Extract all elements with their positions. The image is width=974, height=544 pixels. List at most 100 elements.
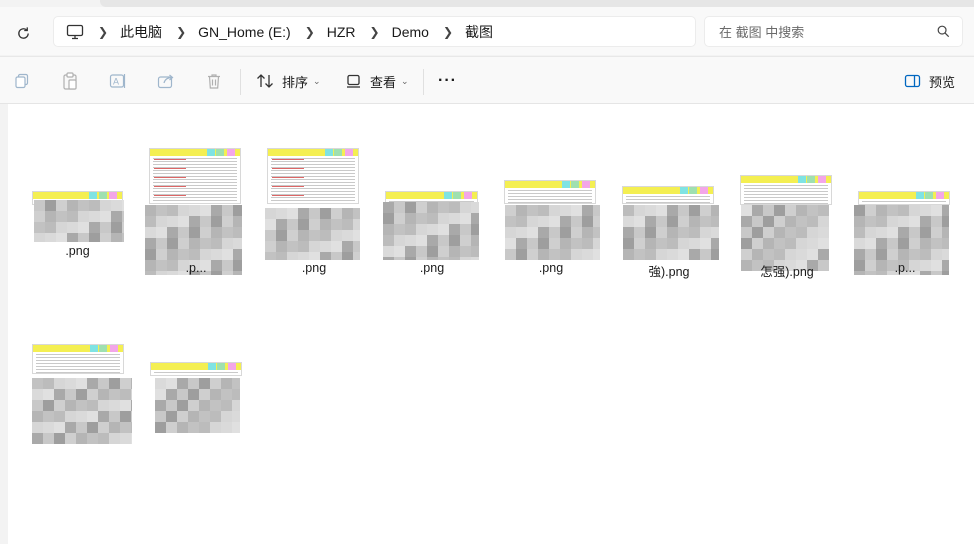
redaction-block [527,238,538,249]
redaction-block [538,216,549,227]
redaction-block [188,378,199,389]
breadcrumb-label[interactable]: GN_Home (E:) [198,24,291,40]
redaction-block [309,208,320,219]
redaction-block [233,216,242,227]
redaction-block [689,249,700,260]
redaction-block [582,238,593,249]
redaction-block [265,241,276,252]
redaction-block [120,400,131,411]
redaction-block [634,205,645,216]
search-input[interactable]: 在 截图 中搜索 [704,16,963,47]
thumbnail-row [153,170,237,171]
paste-icon[interactable] [60,71,80,91]
file-thumbnail [149,148,241,204]
redaction-block [222,205,233,216]
chevron-right-icon[interactable]: ❯ [176,25,186,39]
redaction-block [818,227,829,238]
redaction-block [353,241,360,252]
breadcrumb-label[interactable]: 截图 [465,22,493,42]
breadcrumb-label[interactable]: Demo [392,24,429,40]
more-icon: ··· [438,72,457,89]
thumbnail-column-band [109,192,117,199]
breadcrumb-item-hzr[interactable]: HZR ❯ [327,24,392,40]
chevron-right-icon[interactable]: ❯ [305,25,315,39]
redaction-block [177,422,188,433]
thumbnail-column-band [99,192,107,199]
rename-icon[interactable]: A [108,71,128,91]
redaction-block [549,249,560,260]
view-button[interactable]: 查看 ⌄ [346,69,409,93]
breadcrumb-item-drive[interactable]: GN_Home (E:) ❯ [198,24,327,40]
redaction-block [678,216,689,227]
redaction-block [560,227,571,238]
breadcrumb-item-current[interactable]: 截图 [465,22,493,42]
redaction-block [353,219,360,230]
redaction-block [689,216,700,227]
redaction-block [166,389,177,400]
redaction-block [76,433,87,444]
redaction-block [460,235,471,246]
redaction-block [211,205,222,216]
redaction-block [287,208,298,219]
delete-icon[interactable] [204,71,224,91]
redaction-block [909,205,920,216]
breadcrumb-item-demo[interactable]: Demo ❯ [392,24,465,40]
redaction-block [645,238,656,249]
chevron-right-icon[interactable]: ❯ [98,25,108,39]
redaction-block [131,378,132,389]
redaction-block [763,205,774,216]
redaction-block [549,216,560,227]
redaction-block [807,227,818,238]
redaction-block [178,249,189,260]
redaction-block [189,227,200,238]
redaction-block [538,249,549,260]
redaction-block [667,227,678,238]
more-options-button[interactable]: ··· [438,69,457,93]
redaction-block [438,257,449,260]
redaction-block [774,249,785,260]
copy-icon[interactable] [12,71,32,91]
redaction-block [43,433,54,444]
redaction-block [232,411,240,422]
redaction-block [394,202,405,213]
redaction-block [43,378,54,389]
redaction-block [232,389,240,400]
chevron-right-icon[interactable]: ❯ [370,25,380,39]
address-bar: ❯ 此电脑 ❯ GN_Home (E:) ❯ HZR ❯ Demo ❯ 截图 在 截图 … [0,7,974,55]
svg-text:A: A [113,77,119,87]
redaction-block [763,216,774,227]
sort-button[interactable]: 排序 ⌄ [256,69,321,93]
redaction-block [527,216,538,227]
redaction-block [383,257,394,260]
preview-pane-button[interactable]: 预览 [904,69,955,93]
redaction-block [156,216,167,227]
redaction-block [774,216,785,227]
thumbnail-row [626,202,710,203]
redaction-block [200,216,211,227]
redaction-block [233,227,242,238]
redaction-block [353,230,360,241]
redaction-block [87,400,98,411]
redaction-block [233,238,242,249]
redaction-block [210,411,221,422]
redaction-block [109,389,120,400]
breadcrumb-label[interactable]: 此电脑 [120,22,162,42]
redaction-block [45,222,56,233]
thumbnail-column-band [89,192,97,199]
share-icon[interactable] [156,71,176,91]
thumbnail-row [36,360,120,361]
breadcrumb-label[interactable]: HZR [327,24,356,40]
redaction-block [145,216,156,227]
breadcrumb-item-this-pc[interactable]: 此电脑 ❯ [120,22,198,42]
redaction-block [276,208,287,219]
redaction-block [200,238,211,249]
redaction-block [287,219,298,230]
redaction-block [942,227,949,238]
redaction-block [67,211,78,222]
redaction-block [56,222,67,233]
refresh-button[interactable] [12,22,34,44]
redaction-block [32,378,43,389]
breadcrumb-root[interactable]: ❯ [66,24,120,40]
redaction-block [222,249,233,260]
chevron-right-icon[interactable]: ❯ [443,25,453,39]
